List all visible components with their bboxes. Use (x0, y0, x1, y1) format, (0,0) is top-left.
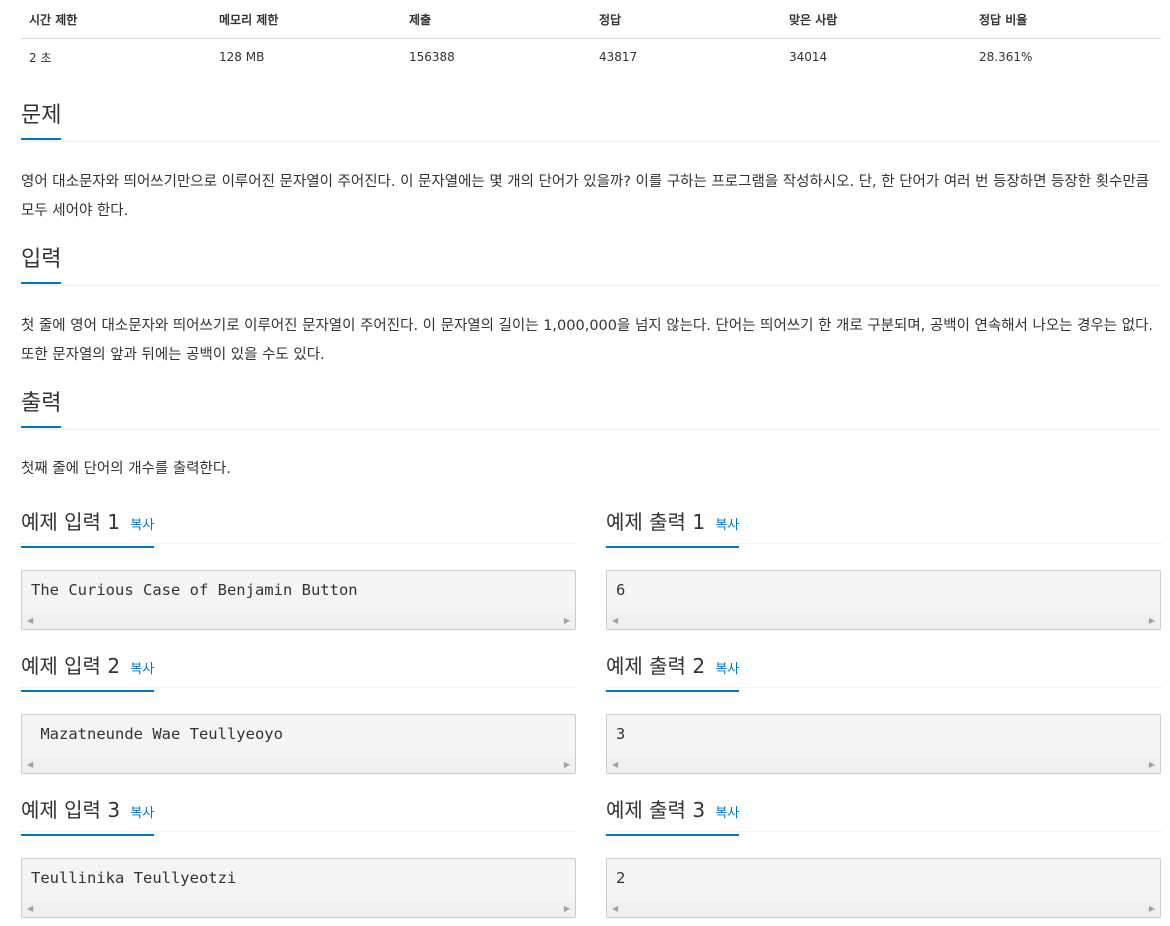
scroll-right-icon[interactable]: ▶ (564, 905, 570, 913)
info-value-row: 2 초 128 MB 156388 43817 34014 28.361% (21, 39, 1161, 76)
scroll-left-icon[interactable]: ◀ (27, 905, 33, 913)
sample-output-1-text: 6 (616, 581, 626, 599)
sample-output-1-scrollbar[interactable]: ◀ ▶ (607, 614, 1160, 629)
sample-input-3-text: Teullinika Teullyeotzi (31, 869, 237, 887)
sample-input-1-text: The Curious Case of Benjamin Button (31, 581, 358, 599)
sample-output-3-divider (606, 831, 1161, 832)
scroll-right-icon[interactable]: ▶ (564, 761, 570, 769)
accepted-value: 43817 (599, 50, 638, 64)
time-limit-header: 시간 제한 (21, 0, 211, 39)
problem-section-header: 문제 (21, 102, 1161, 142)
sample-output-1-header: 예제 출력 1 복사 (606, 508, 1161, 548)
copy-sample-input-3-button[interactable]: 복사 (130, 806, 154, 821)
sample-output-1-label: 예제 출력 1 (606, 510, 706, 534)
scroll-right-icon[interactable]: ▶ (564, 617, 570, 625)
sample-output-2-text: 3 (616, 725, 626, 743)
memory-limit-header: 메모리 제한 (211, 0, 401, 39)
input-section-header: 입력 (21, 246, 1161, 286)
sample-input-3-label: 예제 입력 3 (21, 798, 121, 822)
sample-output-1: 예제 출력 1 복사 6 ◀ ▶ (606, 508, 1161, 630)
sample-output-3-title: 예제 출력 3 복사 (606, 796, 740, 836)
sample-output-2-header: 예제 출력 2 복사 (606, 652, 1161, 692)
sample-output-3-header: 예제 출력 3 복사 (606, 796, 1161, 836)
time-limit-value: 2 초 (29, 50, 52, 65)
sample-input-3: 예제 입력 3 복사 Teullinika Teullyeotzi ◀ ▶ (21, 796, 576, 918)
sample-output-2-scrollbar[interactable]: ◀ ▶ (607, 758, 1160, 773)
accept-ratio-header: 정답 비율 (971, 0, 1161, 39)
sample-input-3-scrollbar[interactable]: ◀ ▶ (22, 902, 575, 917)
output-description: 첫째 줄에 단어의 개수를 출력한다. (21, 461, 231, 477)
input-title: 입력 (21, 246, 62, 284)
sample-input-3-header: 예제 입력 3 복사 (21, 796, 576, 836)
sample-input-1-box[interactable]: The Curious Case of Benjamin Button ◀ ▶ (21, 570, 576, 630)
sample-output-3: 예제 출력 3 복사 2 ◀ ▶ (606, 796, 1161, 918)
sample-output-2-box[interactable]: 3 ◀ ▶ (606, 714, 1161, 774)
sample-output-1-box[interactable]: 6 ◀ ▶ (606, 570, 1161, 630)
scroll-left-icon[interactable]: ◀ (27, 617, 33, 625)
scroll-left-icon[interactable]: ◀ (612, 761, 618, 769)
sample-input-2-box[interactable]: Mazatneunde Wae Teullyeoyo ◀ ▶ (21, 714, 576, 774)
accepted-header: 정답 (591, 0, 781, 39)
output-title: 출력 (21, 390, 62, 428)
scroll-right-icon[interactable]: ▶ (1149, 905, 1155, 913)
input-description: 첫 줄에 영어 대소문자와 띄어쓰기로 이루어진 문자열이 주어진다. 이 문자… (21, 318, 1154, 363)
sample-input-3-divider (21, 831, 576, 832)
solvers-value: 34014 (789, 50, 828, 64)
sample-input-2-title: 예제 입력 2 복사 (21, 652, 155, 692)
problem-info-table: 시간 제한 메모리 제한 제출 정답 맞은 사람 정답 비율 2 초 128 M… (21, 0, 1161, 75)
copy-sample-input-2-button[interactable]: 복사 (130, 662, 154, 677)
problem-divider (21, 141, 1161, 142)
scroll-right-icon[interactable]: ▶ (1149, 617, 1155, 625)
sample-input-2-text: Mazatneunde Wae Teullyeoyo (31, 725, 283, 743)
sample-input-2-label: 예제 입력 2 (21, 654, 121, 678)
sample-input-1: 예제 입력 1 복사 The Curious Case of Benjamin … (21, 508, 576, 630)
sample-output-2-label: 예제 출력 2 (606, 654, 706, 678)
memory-limit-value: 128 MB (219, 50, 265, 64)
sample-output-3-text: 2 (616, 869, 626, 887)
submissions-value: 156388 (409, 50, 455, 64)
sample-input-1-header: 예제 입력 1 복사 (21, 508, 576, 548)
sample-output-1-divider (606, 543, 1161, 544)
sample-output-3-box[interactable]: 2 ◀ ▶ (606, 858, 1161, 918)
scroll-left-icon[interactable]: ◀ (612, 617, 618, 625)
sample-input-2: 예제 입력 2 복사 Mazatneunde Wae Teullyeoyo ◀ … (21, 652, 576, 774)
sample-output-3-scrollbar[interactable]: ◀ ▶ (607, 902, 1160, 917)
output-section-header: 출력 (21, 390, 1161, 430)
accept-ratio-value: 28.361% (979, 50, 1033, 64)
output-divider (21, 429, 1161, 430)
sample-input-2-scrollbar[interactable]: ◀ ▶ (22, 758, 575, 773)
submissions-header: 제출 (401, 0, 591, 39)
sample-input-1-divider (21, 543, 576, 544)
sample-input-2-header: 예제 입력 2 복사 (21, 652, 576, 692)
sample-output-3-label: 예제 출력 3 (606, 798, 706, 822)
sample-output-2-divider (606, 687, 1161, 688)
problem-title: 문제 (21, 102, 62, 140)
sample-input-1-title: 예제 입력 1 복사 (21, 508, 155, 548)
sample-input-2-divider (21, 687, 576, 688)
sample-input-3-box[interactable]: Teullinika Teullyeotzi ◀ ▶ (21, 858, 576, 918)
sample-output-2-title: 예제 출력 2 복사 (606, 652, 740, 692)
copy-sample-input-1-button[interactable]: 복사 (130, 518, 154, 533)
info-header-row: 시간 제한 메모리 제한 제출 정답 맞은 사람 정답 비율 (21, 0, 1161, 39)
sample-input-3-title: 예제 입력 3 복사 (21, 796, 155, 836)
input-divider (21, 285, 1161, 286)
scroll-right-icon[interactable]: ▶ (1149, 761, 1155, 769)
copy-sample-output-1-button[interactable]: 복사 (715, 518, 739, 533)
sample-output-1-title: 예제 출력 1 복사 (606, 508, 740, 548)
scroll-left-icon[interactable]: ◀ (612, 905, 618, 913)
sample-output-2: 예제 출력 2 복사 3 ◀ ▶ (606, 652, 1161, 774)
solvers-header: 맞은 사람 (781, 0, 971, 39)
problem-description: 영어 대소문자와 띄어쓰기만으로 이루어진 문자열이 주어진다. 이 문자열에는… (21, 174, 1150, 219)
copy-sample-output-2-button[interactable]: 복사 (715, 662, 739, 677)
scroll-left-icon[interactable]: ◀ (27, 761, 33, 769)
sample-input-1-label: 예제 입력 1 (21, 510, 121, 534)
sample-input-1-scrollbar[interactable]: ◀ ▶ (22, 614, 575, 629)
copy-sample-output-3-button[interactable]: 복사 (715, 806, 739, 821)
